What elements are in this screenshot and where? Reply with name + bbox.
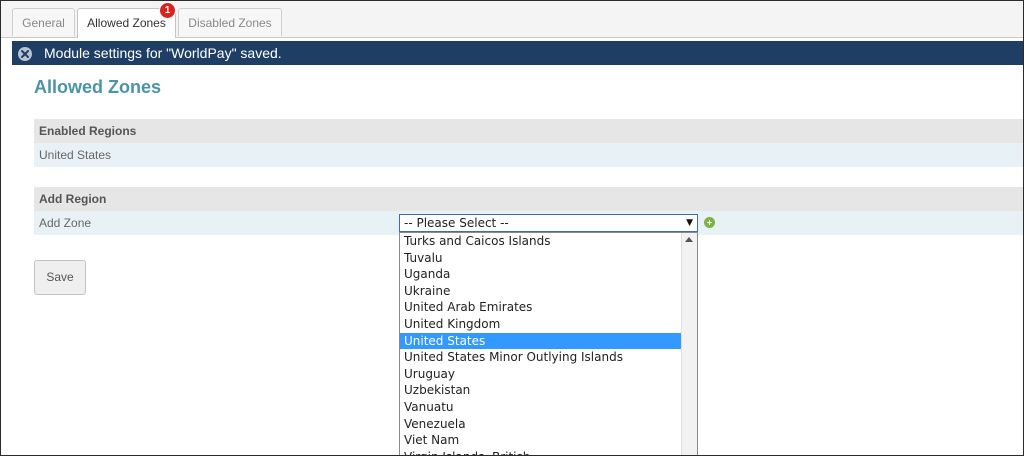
zone-option[interactable]: United States [400, 332, 683, 350]
zone-option[interactable]: Viet Nam [400, 432, 683, 449]
add-zone-label: Add Zone [39, 216, 92, 230]
zone-dropdown-list[interactable]: Turks and Caicos Islands Tuvalu Uganda Ukra… [399, 232, 698, 455]
enabled-regions-header: Enabled Regions [34, 119, 1023, 143]
zone-select[interactable]: -- Please Select -- ▼ [399, 214, 698, 232]
tab-allowed-zones-label: Allowed Zones [87, 16, 166, 30]
close-circle-icon[interactable] [17, 45, 33, 61]
scroll-up-icon[interactable] [685, 237, 693, 242]
zone-option[interactable]: Tuvalu [400, 250, 683, 267]
tab-general[interactable]: General [12, 8, 75, 36]
zone-option[interactable]: United Kingdom [400, 316, 683, 333]
notification-badge: 1 [159, 2, 176, 19]
zone-option[interactable]: Virgin Islands, British [400, 449, 683, 455]
tab-bar: General Allowed Zones 1 Disabled Zones [1, 1, 1023, 38]
zone-options: Turks and Caicos Islands Tuvalu Uganda Ukra… [400, 233, 683, 455]
notification-text: Module settings for "WorldPay" saved. [44, 45, 282, 61]
zone-option[interactable]: Ukraine [400, 283, 683, 300]
zone-option[interactable]: Venezuela [400, 416, 683, 433]
tab-allowed-zones[interactable]: Allowed Zones 1 [77, 2, 176, 38]
zone-select-value: -- Please Select -- [404, 216, 509, 230]
zone-option[interactable]: United States Minor Outlying Islands [400, 349, 683, 366]
zone-option[interactable]: Uruguay [400, 366, 683, 383]
dropdown-scrollbar[interactable] [681, 233, 697, 455]
chevron-down-icon: ▼ [686, 218, 693, 228]
zone-option[interactable]: Vanuatu [400, 399, 683, 416]
enabled-region-item: United States [34, 143, 1023, 167]
zone-option[interactable]: Uzbekistan [400, 382, 683, 399]
tab-disabled-zones[interactable]: Disabled Zones [178, 8, 282, 36]
page-title: Allowed Zones [34, 77, 162, 97]
status-notification: Module settings for "WorldPay" saved. [12, 41, 1023, 65]
add-zone-icon[interactable] [704, 217, 715, 228]
zone-option[interactable]: United Arab Emirates [400, 299, 683, 316]
save-button[interactable]: Save [34, 260, 86, 295]
zone-option[interactable]: Turks and Caicos Islands [400, 233, 683, 250]
zone-option[interactable]: Uganda [400, 266, 683, 283]
app-frame: General Allowed Zones 1 Disabled Zones M… [0, 0, 1024, 456]
add-region-header: Add Region [34, 187, 1023, 211]
